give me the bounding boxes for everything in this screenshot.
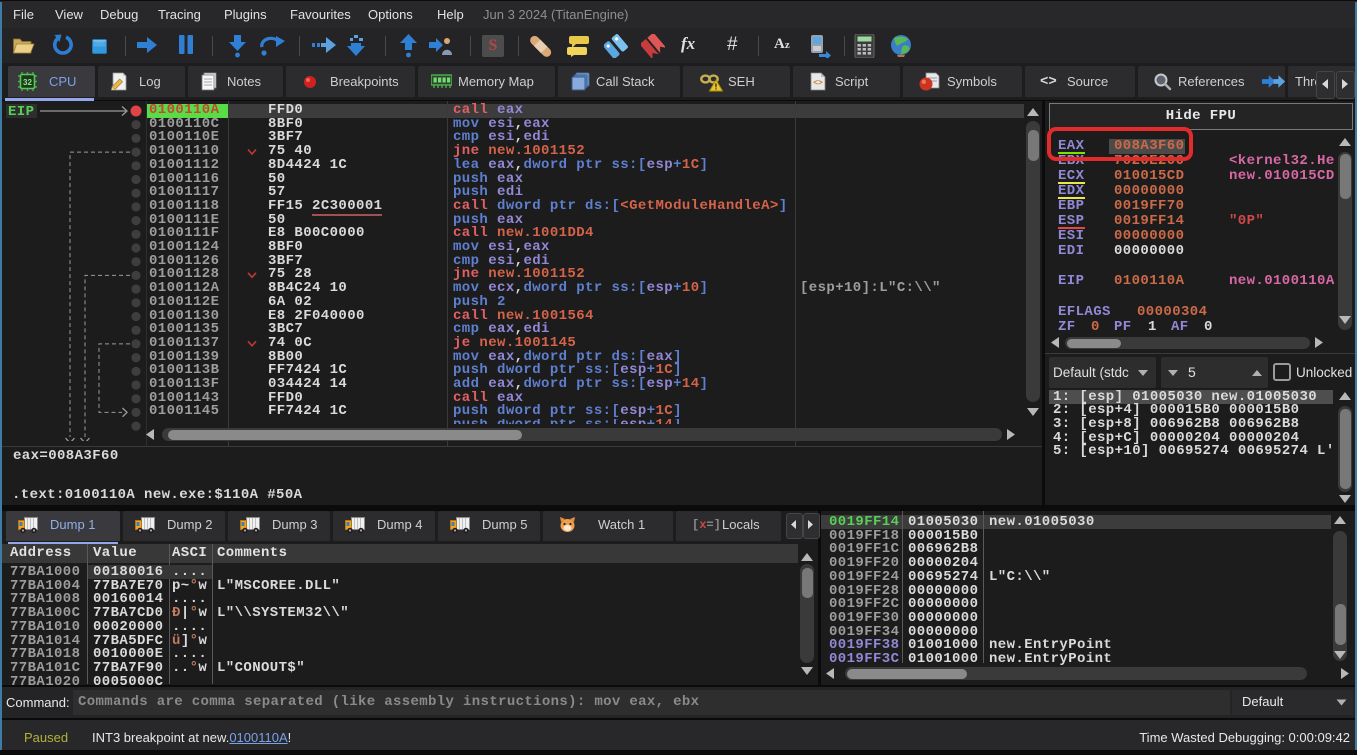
svg-text:<>: <> [813,79,823,88]
svg-text:EIP: EIP [8,104,34,120]
svg-text:!: ! [715,83,718,92]
svg-text:32: 32 [23,78,32,87]
